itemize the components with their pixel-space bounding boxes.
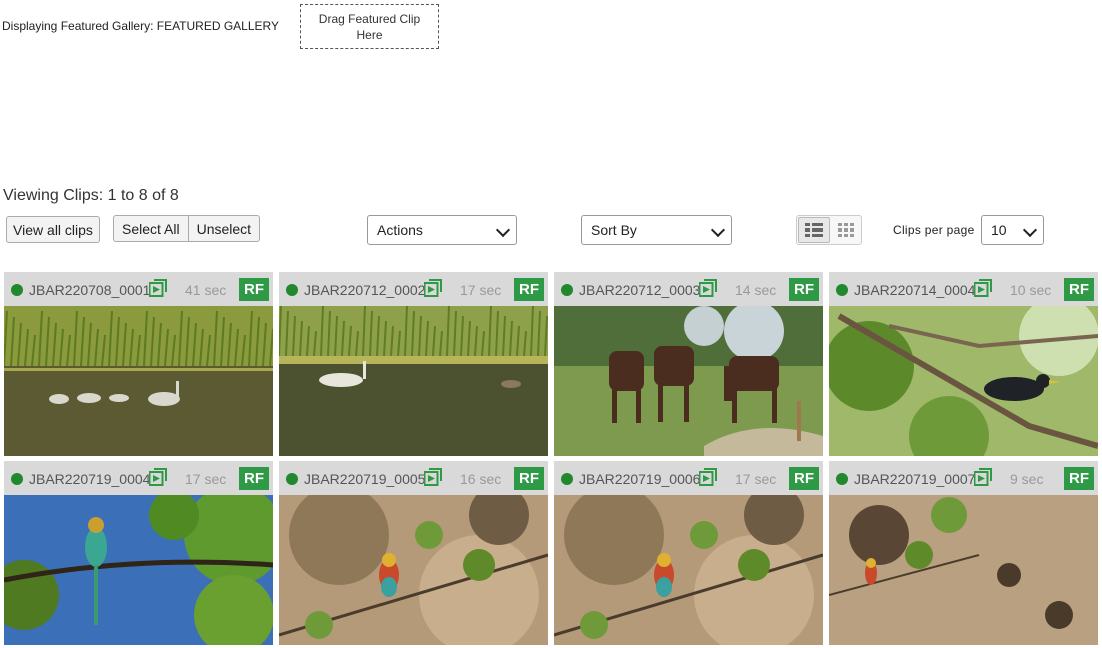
play-preview-icon[interactable] xyxy=(974,279,992,297)
clip-header: JBAR220719_0005 16 sec RF xyxy=(279,461,548,495)
clip-id[interactable]: JBAR220708_0001 xyxy=(29,282,150,298)
clip-thumbnail[interactable] xyxy=(554,495,823,645)
clip-card[interactable]: JBAR220719_0004 17 sec RF xyxy=(4,461,273,647)
clip-card[interactable]: JBAR220719_0006 17 sec RF xyxy=(554,461,823,647)
clip-thumbnail[interactable] xyxy=(4,306,273,456)
status-dot-icon xyxy=(11,473,23,485)
clip-header: JBAR220719_0007 9 sec RF xyxy=(829,461,1098,495)
license-badge: RF xyxy=(239,467,269,490)
featured-drop-zone[interactable]: Drag Featured Clip Here xyxy=(300,4,439,49)
clip-thumbnail[interactable] xyxy=(4,495,273,645)
clip-card[interactable]: JBAR220712_0002 17 sec RF xyxy=(279,272,548,458)
list-view-button[interactable] xyxy=(798,217,830,243)
chevron-down-icon xyxy=(1022,222,1038,238)
play-preview-icon[interactable] xyxy=(424,468,442,486)
play-preview-icon[interactable] xyxy=(424,279,442,297)
clip-thumbnail[interactable] xyxy=(279,495,548,645)
clip-card[interactable]: JBAR220714_0004 10 sec RF xyxy=(829,272,1098,458)
featured-gallery-label: Displaying Featured Gallery: FEATURED GA… xyxy=(2,19,279,33)
status-dot-icon xyxy=(11,284,23,296)
status-dot-icon xyxy=(561,473,573,485)
unselect-button[interactable]: Unselect xyxy=(187,216,259,241)
clip-card[interactable]: JBAR220712_0003 14 sec RF xyxy=(554,272,823,458)
clip-header: JBAR220719_0006 17 sec RF xyxy=(554,461,823,495)
sort-by-select-value: Sort By xyxy=(591,222,637,238)
select-all-button[interactable]: Select All xyxy=(114,216,188,241)
clips-per-page-value: 10 xyxy=(991,222,1007,238)
actions-select-value: Actions xyxy=(377,222,423,238)
clip-card[interactable]: JBAR220719_0007 9 sec RF xyxy=(829,461,1098,647)
clip-id[interactable]: JBAR220719_0004 xyxy=(29,471,150,487)
chevron-down-icon xyxy=(710,222,726,238)
clip-card[interactable]: JBAR220719_0005 16 sec RF xyxy=(279,461,548,647)
clip-header: JBAR220719_0004 17 sec RF xyxy=(4,461,273,495)
clip-duration: 10 sec xyxy=(1010,282,1052,298)
viewing-clips-count: Viewing Clips: 1 to 8 of 8 xyxy=(3,187,179,204)
view-all-clips-button[interactable]: View all clips xyxy=(6,216,100,243)
selection-button-group: Select All Unselect xyxy=(113,215,261,242)
clip-duration: 41 sec xyxy=(185,282,227,298)
chevron-down-icon xyxy=(495,222,511,238)
play-preview-icon[interactable] xyxy=(699,468,717,486)
license-badge: RF xyxy=(789,467,819,490)
license-badge: RF xyxy=(514,278,544,301)
status-dot-icon xyxy=(286,284,298,296)
clip-duration: 17 sec xyxy=(185,471,227,487)
clip-thumbnail[interactable] xyxy=(829,306,1098,456)
clip-duration: 17 sec xyxy=(735,471,777,487)
clip-id[interactable]: JBAR220719_0007 xyxy=(854,471,975,487)
clip-header: JBAR220712_0002 17 sec RF xyxy=(279,272,548,306)
license-badge: RF xyxy=(789,278,819,301)
actions-select[interactable]: Actions xyxy=(367,215,517,245)
clip-id[interactable]: JBAR220712_0003 xyxy=(579,282,700,298)
status-dot-icon xyxy=(836,284,848,296)
play-preview-icon[interactable] xyxy=(149,279,167,297)
drop-zone-label: Drag Featured Clip Here xyxy=(318,11,421,42)
clips-per-page-label: Clips per page xyxy=(893,223,975,237)
clip-duration: 14 sec xyxy=(735,282,777,298)
clip-header: JBAR220714_0004 10 sec RF xyxy=(829,272,1098,306)
status-dot-icon xyxy=(286,473,298,485)
clip-duration: 17 sec xyxy=(460,282,502,298)
clip-id[interactable]: JBAR220719_0006 xyxy=(579,471,700,487)
grid-view-button[interactable] xyxy=(831,216,861,244)
clip-header: JBAR220712_0003 14 sec RF xyxy=(554,272,823,306)
clip-duration: 16 sec xyxy=(460,471,502,487)
sort-by-select[interactable]: Sort By xyxy=(581,215,732,245)
clip-duration: 9 sec xyxy=(1010,471,1044,487)
clip-id[interactable]: JBAR220714_0004 xyxy=(854,282,975,298)
license-badge: RF xyxy=(1064,467,1094,490)
grid-view-icon xyxy=(838,223,854,237)
clip-thumbnail[interactable] xyxy=(279,306,548,456)
clip-thumbnail[interactable] xyxy=(554,306,823,456)
clip-id[interactable]: JBAR220712_0002 xyxy=(304,282,425,298)
play-preview-icon[interactable] xyxy=(149,468,167,486)
status-dot-icon xyxy=(836,473,848,485)
license-badge: RF xyxy=(239,278,269,301)
clip-card[interactable]: JBAR220708_0001 41 sec RF xyxy=(4,272,273,458)
view-mode-toggle xyxy=(796,215,862,245)
clip-thumbnail[interactable] xyxy=(829,495,1098,645)
license-badge: RF xyxy=(514,467,544,490)
clips-per-page-select[interactable]: 10 xyxy=(981,215,1044,245)
clip-header: JBAR220708_0001 41 sec RF xyxy=(4,272,273,306)
list-view-icon xyxy=(805,223,823,237)
play-preview-icon[interactable] xyxy=(699,279,717,297)
clip-id[interactable]: JBAR220719_0005 xyxy=(304,471,425,487)
play-preview-icon[interactable] xyxy=(974,468,992,486)
license-badge: RF xyxy=(1064,278,1094,301)
status-dot-icon xyxy=(561,284,573,296)
